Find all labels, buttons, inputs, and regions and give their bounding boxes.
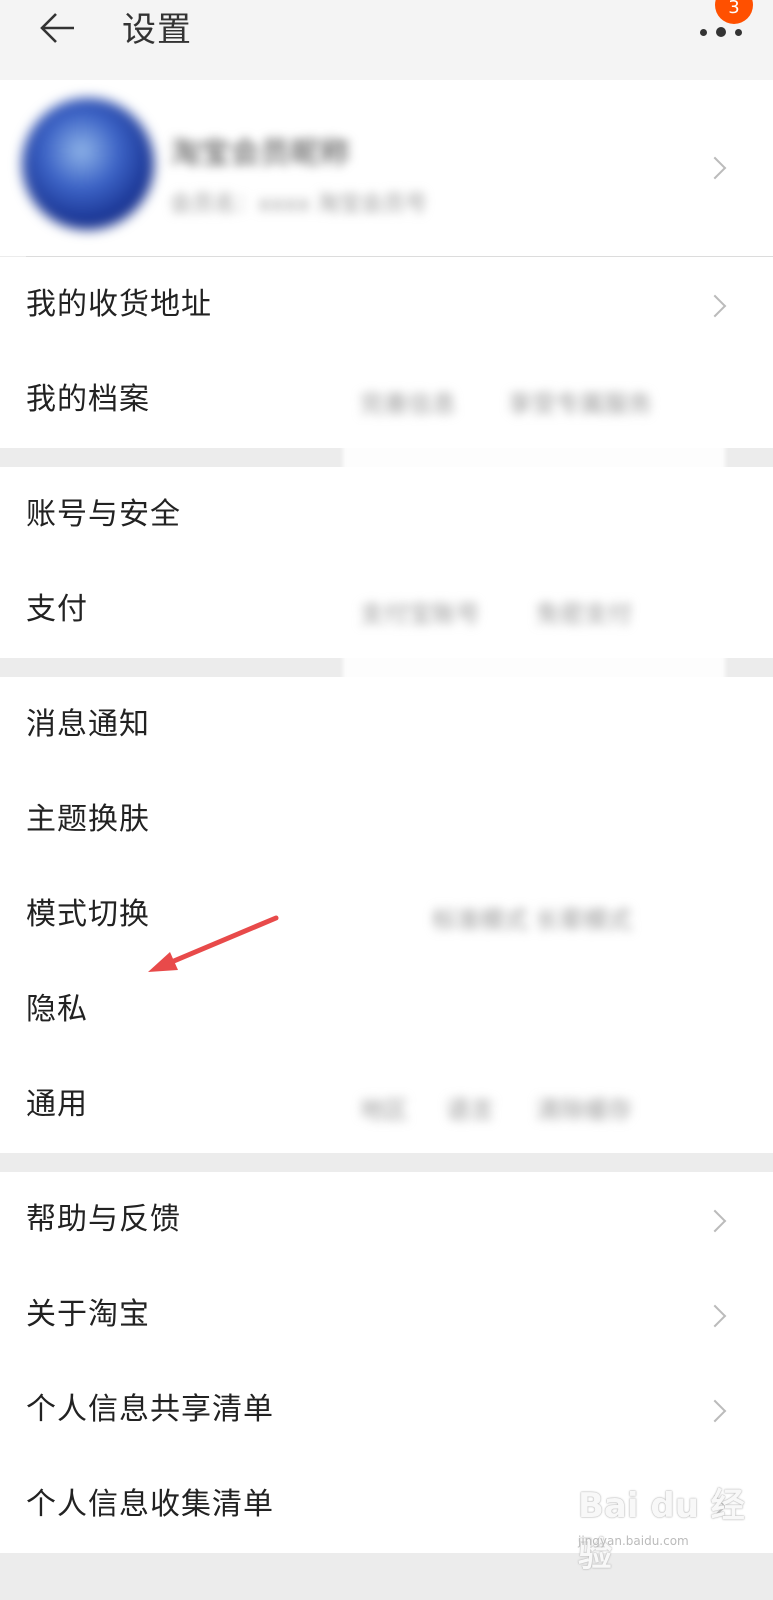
more-dots-icon-right: [735, 29, 742, 36]
profile-subtitle: 会员名：xxxx 淘宝会员号: [170, 192, 428, 217]
more-dots-icon-center: [716, 27, 726, 37]
settings-item-label: 我的收货地址: [26, 287, 212, 322]
settings-item-label: 主题换肤: [26, 802, 150, 837]
settings-item-label: 消息通知: [26, 707, 150, 742]
header-bar: 设置 3: [0, 0, 773, 80]
settings-item-value: 享受专属服务: [508, 390, 652, 418]
settings-item-about[interactable]: 关于淘宝: [0, 1267, 773, 1363]
settings-item-address[interactable]: 我的收货地址: [0, 257, 773, 353]
chevron-right-icon: [703, 1209, 727, 1233]
more-dots-icon: [700, 29, 707, 36]
back-button[interactable]: [36, 6, 80, 50]
chevron-right-icon: [703, 1399, 727, 1423]
settings-item-value: 语言: [446, 1096, 494, 1124]
settings-item-label: 隐私: [26, 992, 88, 1027]
watermark-logo: Bai du 经验 jingyan.baidu.com: [578, 1478, 768, 1575]
settings-item-label: 模式切换: [26, 897, 150, 932]
chevron-right-icon: [703, 1304, 727, 1328]
back-arrow-icon: [40, 13, 74, 43]
settings-item-value: 清除缓存: [536, 1096, 632, 1124]
settings-item-value: 免密支付: [536, 600, 632, 628]
redaction-blur-panel: [343, 358, 725, 1138]
settings-page: 设置 3 淘宝会员昵称 会员名：xxxx 淘宝会员号 我的收货地址 我的档案 账…: [0, 0, 773, 1600]
settings-item-label: 账号与安全: [26, 497, 181, 532]
settings-item-label: 个人信息收集清单: [26, 1487, 274, 1522]
settings-item-label: 帮助与反馈: [26, 1202, 181, 1237]
settings-item-value: 地区: [360, 1096, 408, 1124]
settings-item-label: 通用: [26, 1087, 88, 1122]
settings-item-help-feedback[interactable]: 帮助与反馈: [0, 1172, 773, 1268]
settings-item-label: 个人信息共享清单: [26, 1392, 274, 1427]
settings-item-value: 标准模式 长辈模式: [432, 906, 632, 934]
avatar[interactable]: [22, 98, 154, 230]
settings-item-value: 完善信息: [360, 390, 456, 418]
settings-item-info-sharing-list[interactable]: 个人信息共享清单: [0, 1362, 773, 1458]
settings-item-label: 支付: [26, 592, 88, 627]
page-title: 设置: [122, 10, 192, 50]
settings-item-value: 支付宝账号: [360, 600, 480, 628]
watermark-subtext: jingyan.baidu.com: [578, 1534, 689, 1548]
annotation-arrow-icon: [148, 915, 279, 972]
chevron-right-icon: [703, 294, 727, 318]
profile-name: 淘宝会员昵称: [170, 136, 350, 171]
settings-item-label: 关于淘宝: [26, 1297, 150, 1332]
settings-item-label: 我的档案: [26, 382, 150, 417]
watermark-text: Bai du 经验: [578, 1486, 745, 1575]
